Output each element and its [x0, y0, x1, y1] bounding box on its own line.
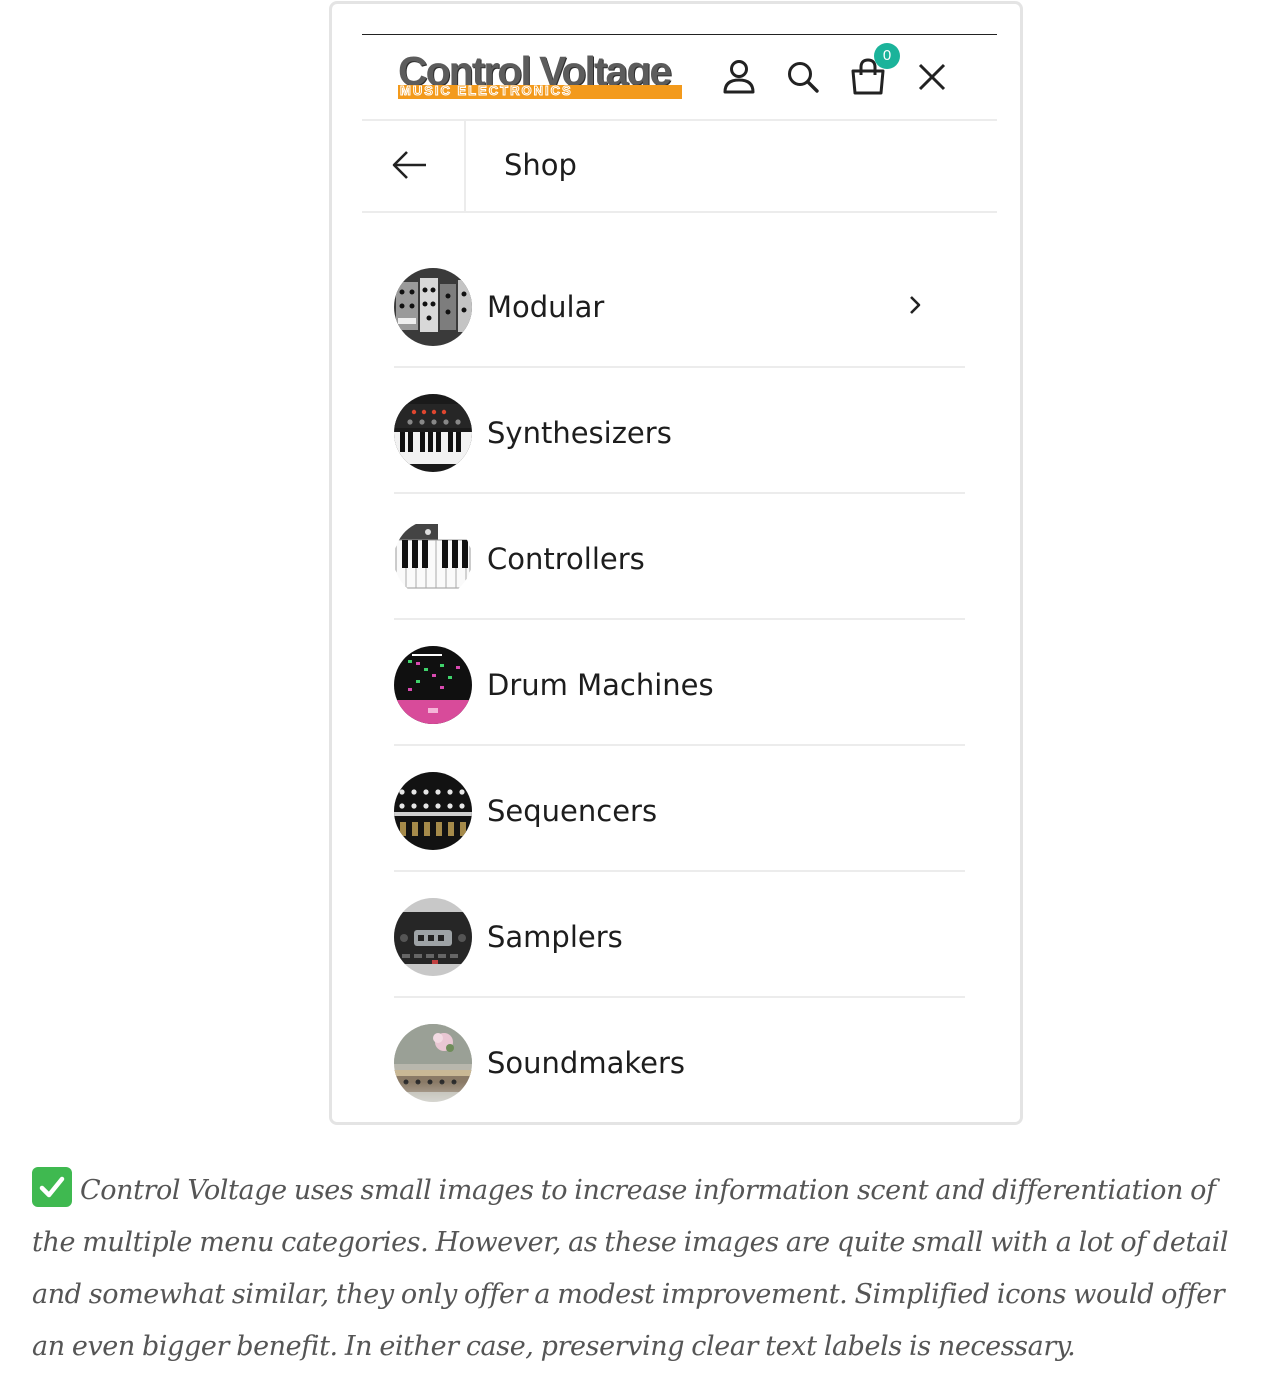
green-checkmark-icon [32, 1167, 72, 1207]
menu-item-label: Samplers [487, 920, 623, 954]
menu-item-label: Drum Machines [487, 668, 714, 702]
logo-subtext: MUSIC ELECTRONICS [400, 85, 573, 98]
menu-item-modular[interactable]: Modular [394, 242, 965, 368]
controllers-thumbnail [394, 520, 472, 598]
arrow-left-icon [392, 151, 426, 179]
category-menu: Modular Synthesizers Controllers Drum Ma… [394, 242, 965, 1122]
modular-thumbnail [394, 268, 472, 346]
caption: Control Voltage uses small images to inc… [32, 1165, 1262, 1373]
scroll-fade [332, 1082, 1020, 1122]
caption-text: Control Voltage uses small images to inc… [32, 1175, 1229, 1362]
menu-item-controllers[interactable]: Controllers [394, 494, 965, 620]
menu-item-sequencers[interactable]: Sequencers [394, 746, 965, 872]
search-icon[interactable] [781, 55, 825, 99]
drum-machines-thumbnail [394, 646, 472, 724]
cart-count-badge: 0 [874, 43, 900, 69]
samplers-thumbnail [394, 898, 472, 976]
account-icon[interactable] [717, 55, 761, 99]
menu-item-label: Modular [487, 290, 605, 324]
logo-subtext-bar: MUSIC ELECTRONICS [398, 85, 682, 99]
submenu-header: Shop [362, 119, 997, 213]
menu-item-label: Synthesizers [487, 416, 672, 450]
chevron-right-icon[interactable] [908, 294, 922, 316]
synthesizers-thumbnail [394, 394, 472, 472]
close-icon[interactable] [910, 55, 954, 99]
mobile-menu-screenshot: Control Voltage MUSIC ELECTRONICS 0 Shop… [329, 1, 1023, 1125]
control-voltage-logo[interactable]: Control Voltage MUSIC ELECTRONICS [398, 49, 682, 105]
menu-item-label: Sequencers [487, 794, 658, 828]
menu-item-label: Controllers [487, 542, 645, 576]
back-button[interactable] [362, 119, 466, 211]
sequencers-thumbnail [394, 772, 472, 850]
menu-item-samplers[interactable]: Samplers [394, 872, 965, 998]
site-header: Control Voltage MUSIC ELECTRONICS 0 [362, 35, 997, 121]
menu-item-synthesizers[interactable]: Synthesizers [394, 368, 965, 494]
submenu-title: Shop [504, 148, 577, 182]
menu-item-drum-machines[interactable]: Drum Machines [394, 620, 965, 746]
